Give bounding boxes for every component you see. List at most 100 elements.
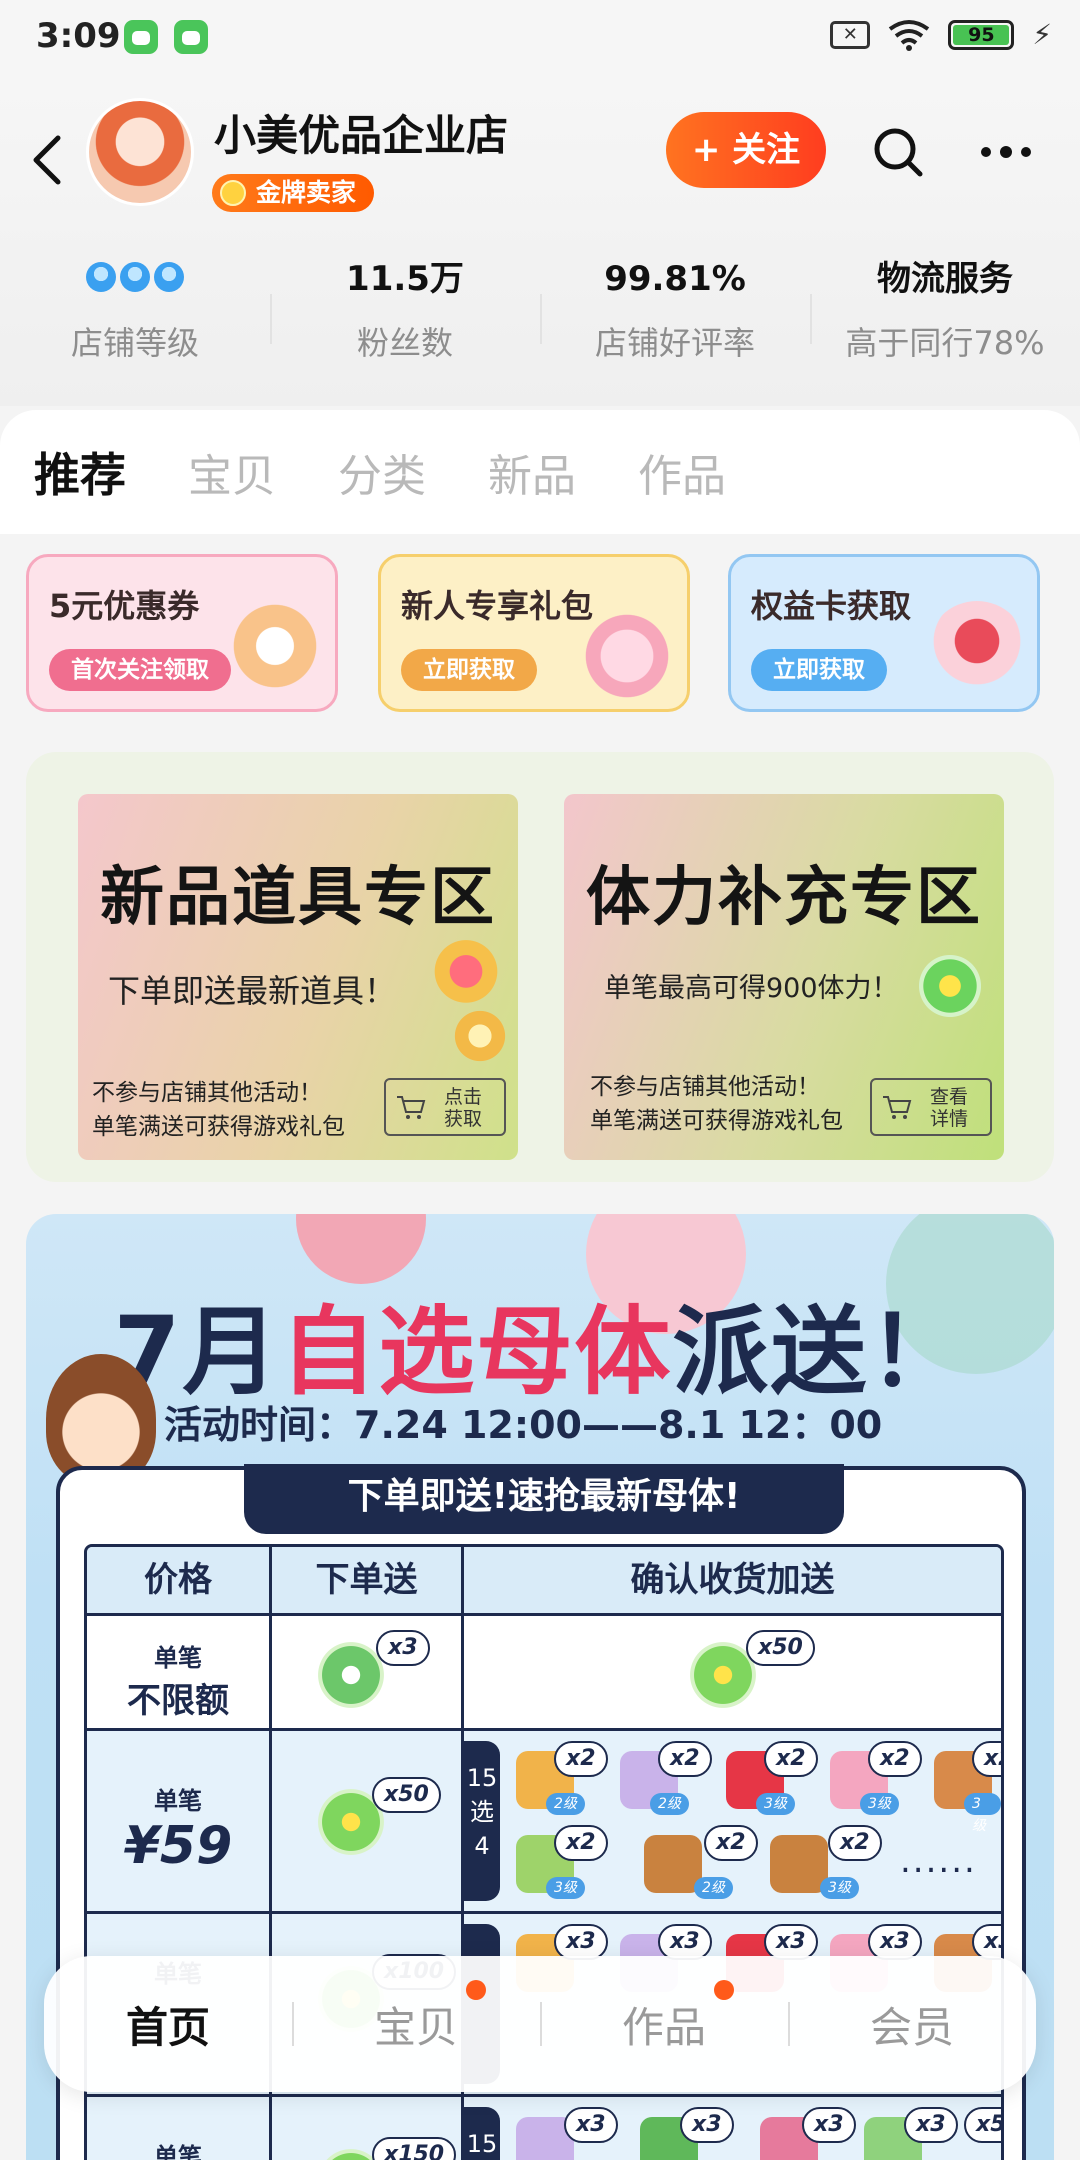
coupon-title: 5元优惠券 bbox=[49, 587, 200, 625]
banner-note-line: 不参与店铺其他活动！ bbox=[92, 1080, 322, 1106]
shop-tabs: 推荐 宝贝 分类 新品 作品 bbox=[0, 410, 1080, 534]
back-arrow-icon[interactable] bbox=[26, 132, 70, 188]
quantity-tag: x2 bbox=[554, 1825, 608, 1861]
notification-dot bbox=[714, 1979, 734, 2000]
stat-label: 店铺好评率 bbox=[594, 324, 755, 362]
hat-item-icon bbox=[770, 1835, 828, 1893]
coupon-card-benefit[interactable]: 权益卡获取 立即获取 bbox=[728, 554, 1040, 712]
lightning-orb-icon bbox=[916, 952, 984, 1020]
quantity-tag: x3 bbox=[564, 2107, 618, 2143]
level-tag: 2级 bbox=[694, 1877, 733, 1899]
level-tag: 3级 bbox=[964, 1793, 1001, 1834]
coupon-row: 5元优惠券 首次关注领取 新人专享礼包 立即获取 权益卡获取 立即获取 bbox=[0, 534, 1080, 734]
shop-avatar[interactable] bbox=[86, 98, 194, 206]
stat-rating[interactable]: 99.81% 店铺好评率 bbox=[540, 254, 810, 384]
stat-fans[interactable]: 11.5万 粉丝数 bbox=[270, 254, 540, 384]
charging-icon: ⚡ bbox=[1032, 18, 1052, 51]
nav-label: 宝贝 bbox=[373, 2002, 458, 2052]
banner-title: 体力补充专区 bbox=[586, 861, 982, 935]
pocket-watch-icon bbox=[430, 939, 502, 1011]
table-row: 单笔 x150 15 x3 x3 x3 x3 x500 bbox=[87, 2094, 1001, 2160]
price-cell: 单笔 bbox=[87, 2097, 269, 2160]
medal-icon bbox=[220, 180, 246, 206]
follow-button[interactable]: + 关注 bbox=[666, 112, 826, 188]
cart-icon bbox=[883, 1096, 912, 1119]
tab-items[interactable]: 宝贝 bbox=[188, 440, 276, 504]
stat-label: 店铺等级 bbox=[70, 324, 199, 362]
cta-label: 详情 bbox=[930, 1108, 969, 1130]
quantity-tag: x2 bbox=[704, 1825, 758, 1861]
column-header: 确认收货加送 bbox=[461, 1547, 1001, 1613]
nav-works[interactable]: 作品 bbox=[540, 1979, 788, 2055]
price-value: ¥59 bbox=[123, 1816, 233, 1876]
promo-banners: 新品道具专区 下单即送最新道具！ 不参与店铺其他活动！ 单笔满送可获得游戏礼包 … bbox=[26, 752, 1054, 1182]
donut-illustration-icon bbox=[577, 601, 677, 701]
headline-highlight: 自选母体 bbox=[280, 1296, 673, 1408]
gift-cell: x50 bbox=[269, 1731, 461, 1911]
banner-subtitle: 下单即送最新道具！ bbox=[108, 972, 397, 1010]
wifi-icon bbox=[889, 19, 930, 51]
quantity-tag: x2 bbox=[972, 1741, 1001, 1777]
column-header: 下单送 bbox=[269, 1547, 461, 1613]
quantity-tag: x2 bbox=[828, 1825, 882, 1861]
cart-icon bbox=[397, 1096, 426, 1119]
shop-header: 小美优品企业店 金牌卖家 + 关注 店铺等级 11.5万 粉丝数 99.81% … bbox=[0, 76, 1080, 406]
tab-new[interactable]: 新品 bbox=[488, 440, 576, 504]
tab-category[interactable]: 分类 bbox=[338, 440, 426, 504]
level-tag: 3级 bbox=[756, 1793, 795, 1815]
price-cell: 单笔 ¥59 bbox=[87, 1731, 269, 1911]
level-tag: 3级 bbox=[820, 1877, 859, 1899]
nav-items[interactable]: 宝贝 bbox=[292, 1979, 540, 2055]
battery-icon: 95 bbox=[948, 19, 1015, 50]
badge-label: 金牌卖家 bbox=[256, 178, 357, 207]
bottom-nav: 首页 宝贝 作品 会员 bbox=[44, 1956, 1036, 2092]
pick-label: 15 bbox=[464, 2107, 500, 2160]
cta-label: 查看 bbox=[930, 1086, 969, 1108]
crown-level-icons bbox=[86, 262, 184, 292]
gift-cell: x150 bbox=[269, 2097, 461, 2160]
banner-new-items[interactable]: 新品道具专区 下单即送最新道具！ 不参与店铺其他活动！ 单笔满送可获得游戏礼包 … bbox=[78, 794, 518, 1160]
gift-bag-icon bbox=[448, 1004, 512, 1068]
quantity-tag: x3 bbox=[802, 2107, 856, 2143]
stat-label: 粉丝数 bbox=[356, 324, 453, 362]
banner-get-button[interactable]: 点击 获取 bbox=[384, 1078, 506, 1136]
coupon-claim-button[interactable]: 立即获取 bbox=[751, 649, 887, 691]
quantity-tag: x500 bbox=[964, 2107, 1001, 2143]
notification-dot bbox=[466, 1979, 486, 2000]
stat-shop-level[interactable]: 店铺等级 bbox=[0, 254, 270, 384]
banner-note-line: 不参与店铺其他活动！ bbox=[590, 1074, 820, 1100]
shop-name[interactable]: 小美优品企业店 bbox=[214, 102, 508, 163]
pick-label: 15选4 bbox=[464, 1741, 500, 1901]
coupon-claim-button[interactable]: 首次关注领取 bbox=[49, 649, 231, 691]
banner-stamina[interactable]: 体力补充专区 单笔最高可得900体力！ 不参与店铺其他活动！ 单笔满送可获得游戏… bbox=[564, 794, 1004, 1160]
column-header: 价格 bbox=[87, 1547, 269, 1613]
quantity-tag: x3 bbox=[868, 1924, 922, 1960]
coupon-card-newcomer[interactable]: 新人专享礼包 立即获取 bbox=[378, 554, 690, 712]
status-bar: 3:09 ✕ 95 ⚡ bbox=[0, 0, 1080, 76]
character-illustration bbox=[46, 1354, 156, 1484]
coupon-card-discount[interactable]: 5元优惠券 首次关注领取 bbox=[26, 554, 338, 712]
gift-cell: x3 bbox=[269, 1616, 461, 1728]
notification-close-icon: ✕ bbox=[830, 20, 871, 49]
banner-subtitle: 单笔最高可得900体力！ bbox=[604, 973, 899, 1004]
bonus-cell: x50 bbox=[461, 1616, 1001, 1728]
price-cell: 单笔 不限额 bbox=[87, 1616, 269, 1728]
cta-label: 获取 bbox=[444, 1108, 483, 1130]
quantity-tag: x3 bbox=[972, 1924, 1001, 1960]
search-icon[interactable] bbox=[870, 124, 926, 180]
cake-illustration-icon bbox=[225, 601, 325, 701]
tab-works[interactable]: 作品 bbox=[638, 440, 726, 504]
level-tag: 3级 bbox=[546, 1877, 585, 1899]
level-tag: 3级 bbox=[860, 1793, 899, 1815]
nav-member[interactable]: 会员 bbox=[788, 1994, 1036, 2055]
quantity-tag: x50 bbox=[746, 1630, 815, 1666]
stat-logistics[interactable]: 物流服务 高于同行78% bbox=[810, 254, 1080, 384]
coupon-claim-button[interactable]: 立即获取 bbox=[401, 649, 537, 691]
tab-recommend[interactable]: 推荐 bbox=[34, 439, 126, 505]
more-options-icon[interactable] bbox=[978, 140, 1034, 164]
gold-seller-badge: 金牌卖家 bbox=[212, 174, 375, 212]
banner-note-line: 单笔满送可获得游戏礼包 bbox=[92, 1114, 345, 1140]
quantity-tag: x2 bbox=[658, 1741, 712, 1777]
nav-home[interactable]: 首页 bbox=[44, 1994, 292, 2055]
banner-details-button[interactable]: 查看 详情 bbox=[870, 1078, 992, 1136]
